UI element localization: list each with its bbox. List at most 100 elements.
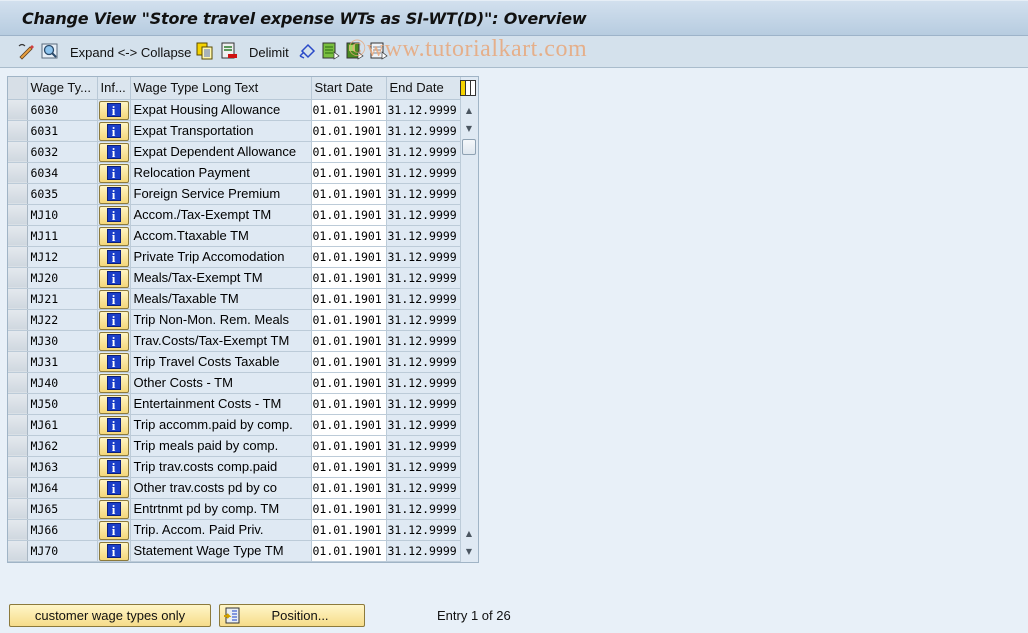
position-button[interactable]: Position... — [219, 604, 365, 627]
wage-type-cell[interactable]: MJ11 — [27, 225, 98, 247]
wage-type-cell[interactable]: MJ40 — [27, 372, 98, 394]
info-button[interactable]: i — [98, 499, 129, 518]
info-button[interactable]: i — [98, 205, 129, 224]
end-date-cell[interactable]: 31.12.9999 — [386, 162, 461, 184]
deselect-all-icon[interactable] — [370, 42, 388, 60]
table-row[interactable]: 6030 i Expat Housing Allowance 01.01.1901 31… — [8, 99, 461, 121]
long-text-cell[interactable]: Accom.Ttaxable TM — [130, 225, 312, 247]
wage-type-cell[interactable]: MJ12 — [27, 246, 98, 268]
undo-icon[interactable] — [298, 42, 316, 60]
start-date-cell[interactable]: 01.01.1901 — [311, 225, 387, 247]
info-button[interactable]: i — [98, 394, 129, 413]
info-button[interactable]: i — [98, 478, 129, 497]
start-date-cell[interactable]: 01.01.1901 — [311, 183, 387, 205]
wage-type-cell[interactable]: MJ50 — [27, 393, 98, 415]
start-date-cell[interactable]: 01.01.1901 — [311, 519, 387, 541]
row-selector[interactable] — [8, 204, 28, 226]
info-button[interactable]: i — [98, 100, 129, 119]
table-row[interactable]: MJ20 i Meals/Tax-Exempt TM 01.01.1901 31.12.… — [8, 267, 461, 289]
info-button[interactable]: i — [98, 415, 129, 434]
scroll-down-icon[interactable]: ▼ — [461, 119, 477, 137]
row-selector[interactable] — [8, 393, 28, 415]
select-all-icon[interactable] — [322, 42, 340, 60]
wage-type-cell[interactable]: 6035 — [27, 183, 98, 205]
long-text-cell[interactable]: Expat Dependent Allowance — [130, 141, 312, 163]
end-date-cell[interactable]: 31.12.9999 — [386, 414, 461, 436]
scroll-thumb[interactable] — [462, 139, 476, 155]
end-date-cell[interactable]: 31.12.9999 — [386, 99, 461, 121]
table-row[interactable]: MJ61 i Trip accomm.paid by comp. 01.01.1901… — [8, 414, 461, 436]
wage-type-cell[interactable]: MJ64 — [27, 477, 98, 499]
info-button[interactable]: i — [98, 226, 129, 245]
wage-type-cell[interactable]: MJ63 — [27, 456, 98, 478]
start-date-cell[interactable]: 01.01.1901 — [311, 435, 387, 457]
start-date-cell[interactable]: 01.01.1901 — [311, 351, 387, 373]
long-text-cell[interactable]: Trip trav.costs comp.paid — [130, 456, 312, 478]
row-selector[interactable] — [8, 267, 28, 289]
end-date-cell[interactable]: 31.12.9999 — [386, 519, 461, 541]
row-selector[interactable] — [8, 351, 28, 373]
row-selector[interactable] — [8, 183, 28, 205]
start-date-cell[interactable]: 01.01.1901 — [311, 204, 387, 226]
info-button[interactable]: i — [98, 457, 129, 476]
start-date-cell[interactable]: 01.01.1901 — [311, 414, 387, 436]
long-text-cell[interactable]: Trip. Accom. Paid Priv. — [130, 519, 312, 541]
page-down-icon[interactable]: ▼ — [461, 542, 477, 560]
table-row[interactable]: 6034 i Relocation Payment 01.01.1901 31.12.9… — [8, 162, 461, 184]
wage-type-cell[interactable]: MJ66 — [27, 519, 98, 541]
wage-type-cell[interactable]: MJ65 — [27, 498, 98, 520]
row-selector[interactable] — [8, 330, 28, 352]
wage-type-cell[interactable]: MJ30 — [27, 330, 98, 352]
info-button[interactable]: i — [98, 520, 129, 539]
long-text-cell[interactable]: Trav.Costs/Tax-Exempt TM — [130, 330, 312, 352]
wage-type-cell[interactable]: MJ22 — [27, 309, 98, 331]
start-date-cell[interactable]: 01.01.1901 — [311, 267, 387, 289]
end-date-cell[interactable]: 31.12.9999 — [386, 309, 461, 331]
info-button[interactable]: i — [98, 352, 129, 371]
table-row[interactable]: 6031 i Expat Transportation 01.01.1901 31.12… — [8, 120, 461, 142]
find-icon[interactable] — [41, 42, 59, 60]
table-row[interactable]: MJ70 i Statement Wage Type TM 01.01.1901 31.… — [8, 540, 461, 562]
wage-type-cell[interactable]: MJ62 — [27, 435, 98, 457]
wage-type-cell[interactable]: 6030 — [27, 99, 98, 121]
long-text-cell[interactable]: Statement Wage Type TM — [130, 540, 312, 562]
info-button[interactable]: i — [98, 184, 129, 203]
column-header-end-date[interactable]: End Date — [386, 77, 461, 100]
start-date-cell[interactable]: 01.01.1901 — [311, 141, 387, 163]
scroll-up-icon[interactable]: ▲ — [461, 101, 477, 119]
table-row[interactable]: MJ30 i Trav.Costs/Tax-Exempt TM 01.01.1901 3… — [8, 330, 461, 352]
info-button[interactable]: i — [98, 541, 129, 560]
table-row[interactable]: MJ11 i Accom.Ttaxable TM 01.01.1901 31.12.99… — [8, 225, 461, 247]
row-selector[interactable] — [8, 435, 28, 457]
table-row[interactable]: MJ31 i Trip Travel Costs Taxable 01.01.1901… — [8, 351, 461, 373]
table-row[interactable]: 6035 i Foreign Service Premium 01.01.1901 31… — [8, 183, 461, 205]
select-block-icon[interactable] — [346, 42, 364, 60]
long-text-cell[interactable]: Entertainment Costs - TM — [130, 393, 312, 415]
display-change-icon[interactable] — [17, 42, 35, 60]
long-text-cell[interactable]: Trip meals paid by comp. — [130, 435, 312, 457]
wage-type-cell[interactable]: MJ61 — [27, 414, 98, 436]
long-text-cell[interactable]: Expat Housing Allowance — [130, 99, 312, 121]
end-date-cell[interactable]: 31.12.9999 — [386, 435, 461, 457]
row-selector[interactable] — [8, 120, 28, 142]
row-selector[interactable] — [8, 456, 28, 478]
long-text-cell[interactable]: Other Costs - TM — [130, 372, 312, 394]
row-selector[interactable] — [8, 498, 28, 520]
end-date-cell[interactable]: 31.12.9999 — [386, 267, 461, 289]
end-date-cell[interactable]: 31.12.9999 — [386, 393, 461, 415]
wage-type-cell[interactable]: MJ31 — [27, 351, 98, 373]
column-header-wage-type[interactable]: Wage Ty... — [27, 77, 98, 100]
end-date-cell[interactable]: 31.12.9999 — [386, 246, 461, 268]
table-row[interactable]: MJ21 i Meals/Taxable TM 01.01.1901 31.12.999… — [8, 288, 461, 310]
start-date-cell[interactable]: 01.01.1901 — [311, 330, 387, 352]
table-row[interactable]: MJ64 i Other trav.costs pd by co 01.01.1901… — [8, 477, 461, 499]
start-date-cell[interactable]: 01.01.1901 — [311, 246, 387, 268]
long-text-cell[interactable]: Other trav.costs pd by co — [130, 477, 312, 499]
vertical-scrollbar[interactable]: ▲ ▼ — [461, 101, 477, 155]
wage-type-cell[interactable]: MJ70 — [27, 540, 98, 562]
table-row[interactable]: MJ22 i Trip Non-Mon. Rem. Meals 01.01.1901 3… — [8, 309, 461, 331]
end-date-cell[interactable]: 31.12.9999 — [386, 120, 461, 142]
end-date-cell[interactable]: 31.12.9999 — [386, 288, 461, 310]
row-selector[interactable] — [8, 372, 28, 394]
start-date-cell[interactable]: 01.01.1901 — [311, 477, 387, 499]
